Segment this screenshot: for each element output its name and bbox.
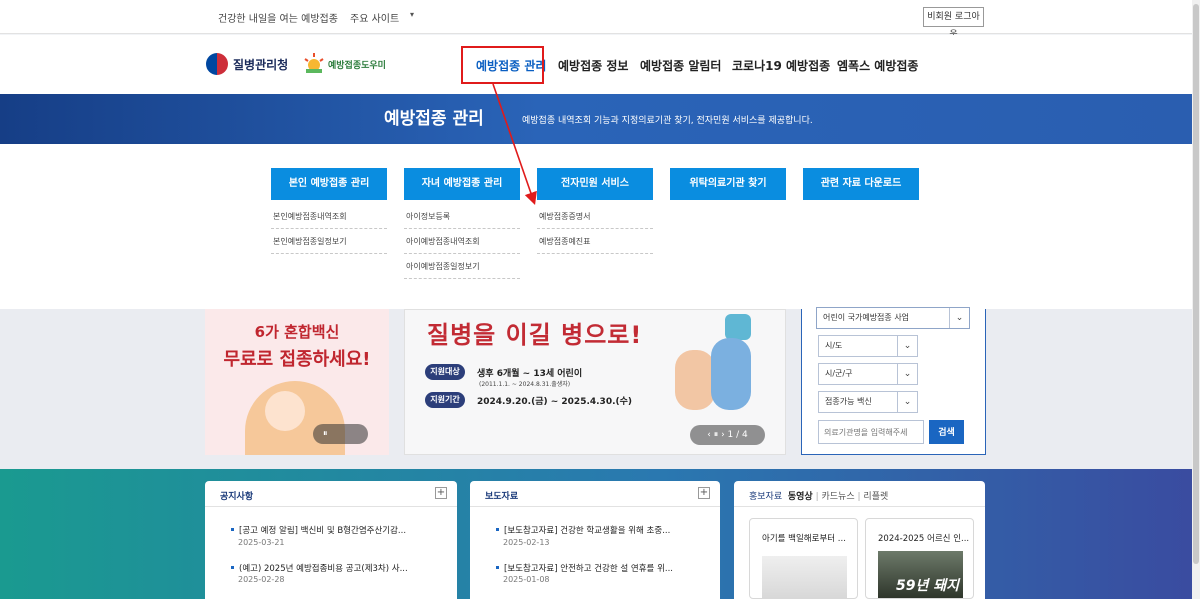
baby-illustration [265,391,305,431]
tab-promo-materials[interactable]: 홍보자료 [749,492,782,502]
promo-panel: 홍보자료 동영상 | 카드뉴스 | 리플렛 아기를 백일해로부터 ... 202… [734,481,985,599]
utility-bar: 건강한 내일을 여는 예방접종 주요 사이트 ▾ 비회원 로그아웃 [0,0,1200,40]
institution-search-input[interactable] [818,420,924,444]
gnb-covid19-vaccination[interactable]: 코로나19 예방접종 [732,57,830,74]
promo-tabs: 홍보자료 동영상 | 카드뉴스 | 리플렛 [749,489,888,502]
scrollbar-thumb[interactable] [1193,4,1199,564]
submenu-child-schedule[interactable]: 아이예방접종일정보기 [404,254,520,279]
submenu-prescreening[interactable]: 예방접종예진표 [537,229,653,254]
target-tag: 지원대상 [425,364,465,380]
notice-panel: 공지사항 + [공고 예정 알림] 백신비 및 B형간염주산기감... 2025… [205,481,457,599]
province-select[interactable]: 시/도 ⌄ [818,335,918,357]
province-select-value: 시/도 [825,341,843,350]
submenu-certificate[interactable]: 예방접종증명서 [537,204,653,229]
mega-col-download: 관련 자료 다운로드 [803,168,919,200]
thumbnail-overlay-text: 59년 돼지띠! [896,578,959,594]
notice-item[interactable]: (예고) 2025년 예방접종비용 공고(제3차) 사... [231,562,408,574]
menu-find-clinic[interactable]: 위탁의료기관 찾기 [670,168,786,200]
menu-banner: 예방접종 관리 예방접종 내역조회 기능과 지정의료기관 찾기, 전자민원 서비… [0,94,1200,144]
press-item[interactable]: [보도참고자료] 안전하고 건강한 설 연휴를 위... [495,562,673,574]
tab-separator: | [857,492,861,502]
press-panel: 보도자료 + [보도참고자료] 건강한 학교생활을 위해 초중... 2025-… [470,481,720,599]
promo-card-line2: 무료로 접종하세요! [223,349,371,370]
notice-title[interactable]: 공지사항 [220,489,253,502]
video-title: 2024-2025 어르신 인... [878,534,970,544]
tab-separator: | [815,492,819,502]
kdca-logo-text[interactable]: 질병관리청 [233,56,288,73]
vaccine-select[interactable]: 접종가능 백신 ⌄ [818,391,918,413]
search-button[interactable]: 검색 [929,420,964,444]
chevron-down-icon: ⌄ [949,308,969,328]
major-sites-dropdown[interactable]: 주요 사이트 [350,10,399,25]
video-card[interactable]: 2024-2025 어르신 인... 59년 돼지띠! [865,518,974,599]
promo-panel-header: 홍보자료 동영상 | 카드뉴스 | 리플렛 [734,481,985,507]
video-card[interactable]: 아기를 백일해로부터 ... [749,518,858,599]
menu-self-vaccination[interactable]: 본인 예방접종 관리 [271,168,387,200]
mega-col-eservice: 전자민원 서비스 예방접종증명서 예방접종예진표 [537,168,653,254]
video-title: 아기를 백일해로부터 ... [762,534,846,544]
chevron-down-icon: ⌄ [897,364,917,384]
gnb-mpox-vaccination[interactable]: 엠폭스 예방접종 [837,57,918,74]
helper-logo-text[interactable]: 예방접종도우미 [328,58,386,71]
plus-icon[interactable]: + [435,487,447,499]
notice-item[interactable]: [공고 예정 알림] 백신비 및 B형간염주산기감... [230,524,406,536]
press-item[interactable]: [보도참고자료] 건강한 학교생활을 위해 초중... [495,524,670,536]
submenu-child-register[interactable]: 아이정보등록 [404,204,520,229]
chevron-down-icon[interactable]: ▾ [410,10,414,19]
mega-col-child: 자녀 예방접종 관리 아이정보등록 아이예방접종내역조회 아이예방접종일정보기 [404,168,520,279]
site-slogan: 건강한 내일을 여는 예방접종 [218,14,338,25]
slider-controls[interactable]: ‹ ⏸ › 1 / 4 [690,425,765,445]
city-select-value: 시/군/구 [825,369,853,378]
logout-button[interactable]: 비회원 로그아웃 [923,7,984,40]
mega-col-clinic: 위탁의료기관 찾기 [670,168,786,200]
kdca-logo-icon[interactable] [206,53,228,75]
banner-title: 예방접종 관리 [384,109,484,129]
period-tag: 지원기간 [425,392,465,408]
page-scrollbar[interactable] [1192,0,1200,599]
promo-headline: 질병을 이길 병으로! [427,321,643,349]
gnb-vaccination-info[interactable]: 예방접종 정보 [558,57,628,74]
gnb-vaccination-notice[interactable]: 예방접종 알림터 [640,57,721,74]
target-note: (2011.1.1. ~ 2024.8.31.출생자) [479,381,571,388]
city-select[interactable]: 시/군/구 ⌄ [818,363,918,385]
mega-col-self: 본인 예방접종 관리 본인예방접종내역조회 본인예방접종일정보기 [271,168,387,254]
tab-leaflets[interactable]: 리플렛 [863,492,888,502]
press-date: 2025-02-13 [503,538,550,547]
shield-icon [725,314,751,340]
press-date: 2025-01-08 [503,575,550,584]
press-panel-header: 보도자료 + [470,481,720,507]
period-text: 2024.9.20.(금) ~ 2025.4.30.(수) [477,397,633,407]
child-illustration [675,350,715,410]
helper-logo-icon[interactable] [302,51,326,75]
menu-child-vaccination[interactable]: 자녀 예방접종 관리 [404,168,520,200]
program-select[interactable]: 어린이 국가예방접종 사업 ⌄ [816,307,970,329]
menu-downloads[interactable]: 관련 자료 다운로드 [803,168,919,200]
mega-menu: 본인 예방접종 관리 본인예방접종내역조회 본인예방접종일정보기 자녀 예방접종… [0,144,1200,309]
notice-date: 2025-03-21 [238,538,285,547]
pause-button[interactable]: ⏸ [313,424,368,444]
promo-card-line1: 6가 혼합백신 [254,323,340,341]
vaccine-select-value: 접종가능 백신 [825,397,872,406]
program-select-value: 어린이 국가예방접종 사업 [823,313,910,322]
target-text: 생후 6개월 ~ 13세 어린이 [477,369,583,379]
submenu-child-history[interactable]: 아이예방접종내역조회 [404,229,520,254]
press-title[interactable]: 보도자료 [485,489,518,502]
banner-description: 예방접종 내역조회 기능과 지정의료기관 찾기, 전자민원 서비스를 제공합니다… [522,116,813,126]
submenu-self-schedule[interactable]: 본인예방접종일정보기 [271,229,387,254]
chevron-down-icon: ⌄ [897,336,917,356]
submenu-self-history[interactable]: 본인예방접종내역조회 [271,204,387,229]
tab-card-news[interactable]: 카드뉴스 [822,492,855,502]
video-thumbnail: 59년 돼지띠! [878,551,963,598]
notice-date: 2025-02-28 [238,575,285,584]
notice-panel-header: 공지사항 + [205,481,457,507]
video-thumbnail [762,556,847,598]
chevron-down-icon: ⌄ [897,392,917,412]
plus-icon[interactable]: + [698,487,710,499]
tab-videos[interactable]: 동영상 [788,492,813,502]
child-illustration [711,338,751,410]
site-header: 질병관리청 예방접종도우미 예방접종 관리 예방접종 정보 예방접종 알림터 코… [0,35,1200,94]
menu-e-service[interactable]: 전자민원 서비스 [537,168,653,200]
highlight-box [461,46,544,84]
